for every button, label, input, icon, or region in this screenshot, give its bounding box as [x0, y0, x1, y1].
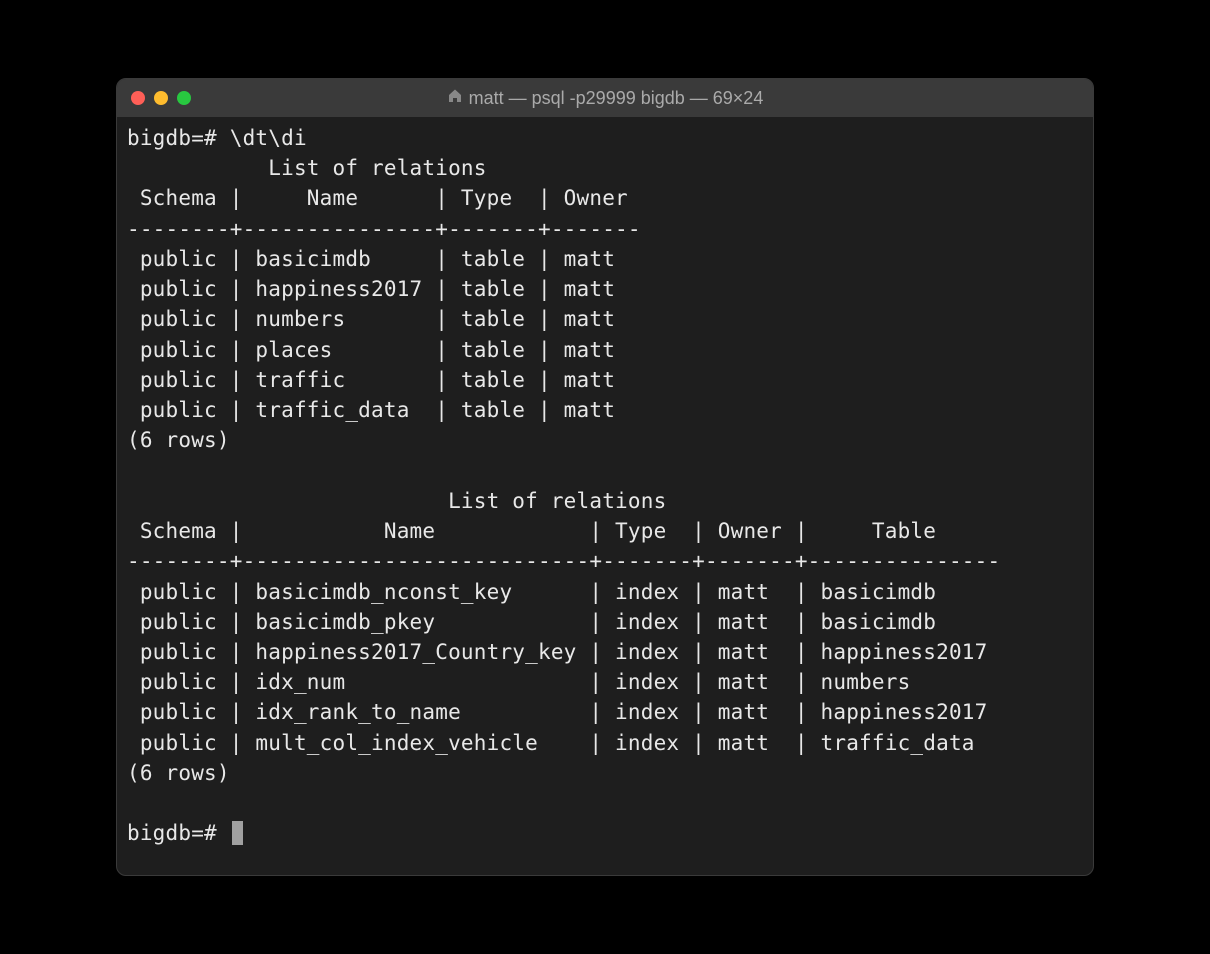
minimize-button[interactable]	[154, 91, 168, 105]
title-bar[interactable]: matt — psql -p29999 bigdb — 69×24	[117, 79, 1093, 117]
prompt-line-2: bigdb=#	[127, 821, 243, 845]
close-button[interactable]	[131, 91, 145, 105]
section2-title: List of relations	[127, 489, 1000, 513]
section2-divider: --------+---------------------------+---…	[127, 549, 1000, 573]
home-icon	[447, 88, 463, 109]
cursor	[232, 821, 243, 845]
section1-rows: public | basicimdb | table | matt public…	[127, 247, 615, 422]
section2-rows: public | basicimdb_nconst_key | index | …	[127, 580, 988, 755]
section2-footer: (6 rows)	[127, 761, 230, 785]
window-title-text: matt — psql -p29999 bigdb — 69×24	[469, 88, 764, 109]
maximize-button[interactable]	[177, 91, 191, 105]
section1-divider: --------+---------------+-------+-------	[127, 217, 641, 241]
terminal-body[interactable]: bigdb=# \dt\di List of relations Schema …	[117, 117, 1093, 855]
section1-title: List of relations	[127, 156, 641, 180]
prompt-line: bigdb=# \dt\di	[127, 126, 307, 150]
section2-header: Schema | Name | Type | Owner | Table	[127, 519, 1000, 543]
traffic-lights	[131, 91, 191, 105]
section1-footer: (6 rows)	[127, 428, 230, 452]
terminal-window: matt — psql -p29999 bigdb — 69×24 bigdb=…	[116, 78, 1094, 876]
window-title: matt — psql -p29999 bigdb — 69×24	[131, 88, 1079, 109]
section1-header: Schema | Name | Type | Owner	[127, 186, 641, 210]
